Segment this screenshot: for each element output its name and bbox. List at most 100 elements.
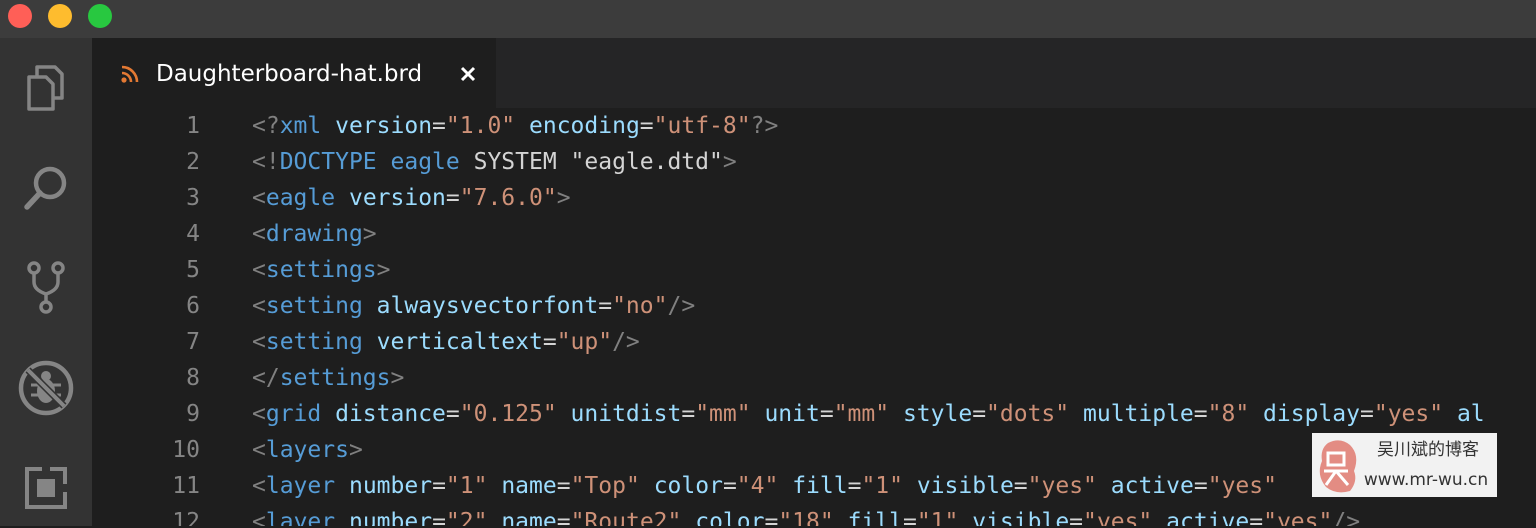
code-token: active	[1166, 509, 1250, 526]
files-icon	[27, 65, 64, 111]
minimize-window-button[interactable]	[48, 4, 72, 28]
code-token: =	[764, 509, 779, 526]
blog-url: www.mr-wu.cn	[1363, 470, 1489, 490]
code-token: =	[598, 293, 613, 319]
activity-bar	[0, 38, 92, 526]
git-branch-icon	[27, 261, 65, 314]
code-text: <setting alwaysvectorfont="no"/>	[252, 288, 695, 324]
code-token: <	[252, 401, 266, 427]
code-token: =	[542, 329, 557, 355]
code-token: =	[432, 473, 446, 499]
code-token: name	[501, 509, 557, 526]
code-text: <setting verticaltext="up"/>	[252, 324, 640, 360]
code-token: fill	[847, 509, 903, 526]
code-token: <	[252, 221, 266, 247]
code-token: =	[556, 473, 571, 499]
activity-explorer[interactable]	[0, 48, 92, 128]
code-line[interactable]: 3 <eagle version="7.6.0">	[92, 180, 1536, 216]
code-token: "Top"	[570, 473, 640, 499]
code-token: "yes"	[1083, 509, 1153, 526]
code-text: <layer number="2" name="Route2" color="1…	[252, 504, 1360, 526]
code-token: =	[639, 113, 654, 139]
code-text: <drawing>	[252, 216, 377, 252]
code-token: <	[252, 473, 266, 499]
code-token: "4"	[736, 473, 779, 499]
code-token: >	[722, 149, 737, 175]
code-token: alwaysvectorfont	[376, 293, 599, 319]
code-line[interactable]: 6 <setting alwaysvectorfont="no"/>	[92, 288, 1536, 324]
editor-tab[interactable]: Daughterboard-hat.brd	[92, 38, 496, 108]
code-token: />	[1332, 509, 1361, 526]
title-bar	[0, 0, 1536, 38]
code-token: />	[612, 329, 640, 355]
activity-source-control[interactable]	[0, 248, 92, 328]
line-number: 5	[186, 257, 200, 283]
code-token: <	[252, 329, 266, 355]
code-token: "yes"	[1263, 509, 1333, 526]
activity-search[interactable]	[0, 148, 92, 228]
code-token: =	[902, 509, 917, 526]
code-line[interactable]: 1 <?xml version="1.0" encoding="utf-8"?>	[92, 108, 1536, 144]
code-token: >	[362, 221, 377, 247]
line-number: 4	[186, 221, 200, 247]
code-token: <	[252, 185, 266, 211]
code-token: number	[348, 473, 433, 499]
code-line[interactable]: 5 <settings>	[92, 252, 1536, 288]
code-token: =	[432, 509, 446, 526]
code-token: "yes"	[1027, 473, 1097, 499]
close-icon[interactable]	[456, 62, 480, 86]
code-line[interactable]: 9 <grid distance="0.125" unitdist="mm" un…	[92, 396, 1536, 432]
maximize-window-button[interactable]	[88, 4, 112, 28]
code-line[interactable]: 7 <setting verticaltext="up"/>	[92, 324, 1536, 360]
code-token: color	[695, 509, 765, 526]
code-token: =	[445, 185, 460, 211]
code-line[interactable]: 12 <layer number="2" name="Route2" color=…	[92, 504, 1536, 526]
code-token: >	[376, 257, 391, 283]
code-token: "utf-8"	[653, 113, 751, 139]
code-token: =	[445, 401, 460, 427]
code-token: <	[252, 509, 266, 526]
code-token: =	[681, 401, 696, 427]
code-token: color	[653, 473, 723, 499]
code-token: "7.6.0"	[459, 185, 557, 211]
code-text: <!DOCTYPE eagle SYSTEM "eagle.dtd">	[252, 144, 737, 180]
code-token: "1.0"	[445, 113, 516, 139]
code-token: setting	[265, 293, 363, 319]
no-bug-icon	[18, 360, 74, 416]
code-token: DOCTYPE	[279, 149, 377, 175]
code-token: =	[1193, 473, 1208, 499]
code-token: =	[819, 401, 834, 427]
code-token: "Route2"	[570, 509, 682, 526]
code-line[interactable]: 8 </settings>	[92, 360, 1536, 396]
code-token: =	[1069, 509, 1084, 526]
activity-debug[interactable]	[0, 348, 92, 428]
code-token: >	[390, 365, 405, 391]
code-token: fill	[792, 473, 848, 499]
line-number: 1	[186, 113, 200, 139]
code-line[interactable]: 4 <drawing>	[92, 216, 1536, 252]
code-token: <!	[252, 149, 280, 175]
code-token: verticaltext	[376, 329, 543, 355]
code-token: >	[348, 437, 363, 463]
code-line[interactable]: 2 <!DOCTYPE eagle SYSTEM "eagle.dtd">	[92, 144, 1536, 180]
code-token: "8"	[1207, 401, 1250, 427]
code-token: "dots"	[986, 401, 1070, 427]
activity-extensions[interactable]	[0, 448, 92, 528]
code-token: grid	[265, 401, 322, 427]
close-window-button[interactable]	[8, 4, 32, 28]
code-token: al	[1456, 401, 1485, 427]
